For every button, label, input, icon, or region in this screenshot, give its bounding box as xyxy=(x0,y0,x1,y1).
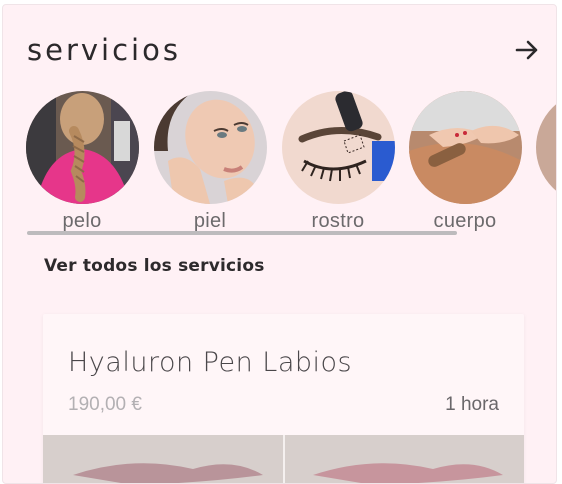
arrow-right-icon xyxy=(515,40,538,60)
service-item-next[interactable] xyxy=(534,91,556,204)
view-all-services-link[interactable]: Ver todos los servicios xyxy=(44,256,265,276)
carousel-scrollbar[interactable] xyxy=(27,231,457,235)
lips-before-after-photo xyxy=(43,435,524,483)
service-item-cuerpo[interactable]: cuerpo xyxy=(407,91,523,233)
service-item-piel[interactable]: piel xyxy=(152,91,268,233)
body-massage-photo xyxy=(408,91,522,204)
card-duration: 1 hora xyxy=(445,394,499,415)
service-label: cuerpo xyxy=(433,210,497,232)
section-title: servicios xyxy=(27,33,181,67)
services-carousel[interactable]: pelo piel rostro cuerpo xyxy=(3,91,556,241)
skin-face-photo xyxy=(153,91,267,204)
braided-hair-photo xyxy=(25,91,139,204)
service-label: rostro xyxy=(311,210,365,232)
see-more-arrow-button[interactable] xyxy=(514,39,540,61)
card-title: Hyaluron Pen Labios xyxy=(68,347,353,378)
service-card[interactable]: Hyaluron Pen Labios 190,00 € 1 hora xyxy=(43,314,524,483)
service-item-pelo[interactable]: pelo xyxy=(24,91,140,233)
services-panel: servicios pelo piel rostro cuerpo Ver to… xyxy=(2,4,557,484)
card-price: 190,00 € xyxy=(68,394,142,415)
eyebrow-treatment-photo xyxy=(281,91,395,204)
service-label: pelo xyxy=(62,210,102,232)
partial-service-photo xyxy=(535,91,556,204)
service-item-rostro[interactable]: rostro xyxy=(280,91,396,233)
service-label: piel xyxy=(193,210,227,232)
